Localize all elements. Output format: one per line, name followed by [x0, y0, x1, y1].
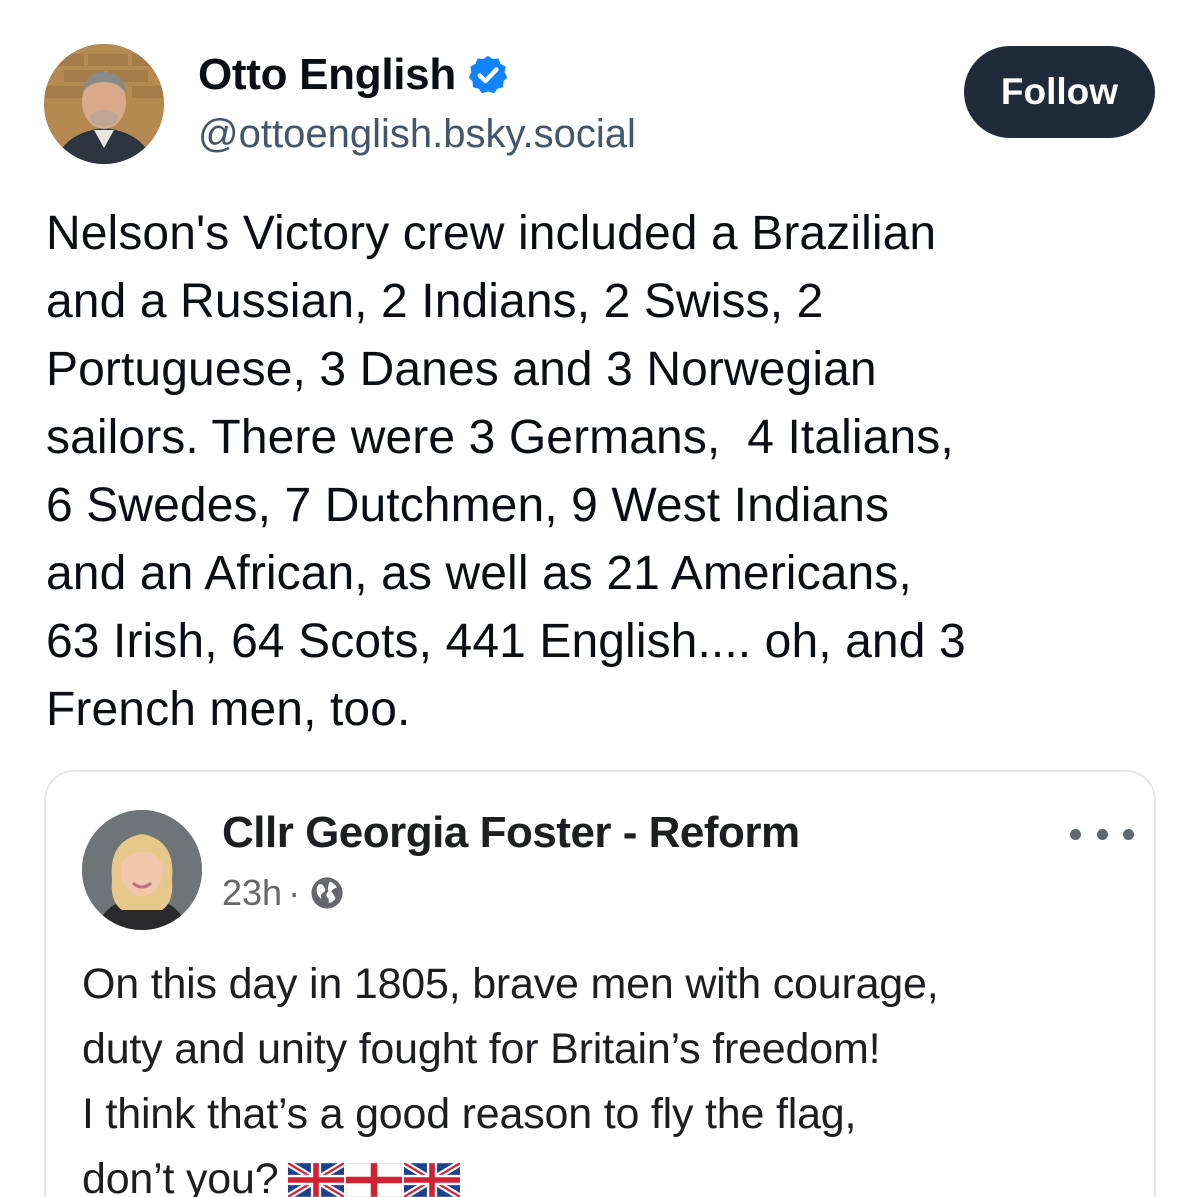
follow-button[interactable]: Follow	[964, 46, 1155, 138]
embedded-author-name: Cllr Georgia Foster - Reform	[222, 808, 800, 857]
embedded-text-line: On this day in 1805, brave men with cour…	[82, 960, 939, 1008]
author-display-name[interactable]: Otto English	[198, 50, 456, 100]
embedded-text-line-last: don’t you?	[82, 1147, 1122, 1197]
union-jack-flag-icon	[404, 1163, 461, 1197]
verified-badge-icon	[466, 53, 510, 97]
more-options-icon[interactable]	[1070, 824, 1134, 844]
embedded-post-time: 23h	[222, 872, 283, 913]
post-header: Otto English @ottoenglish.bsky.social Fo…	[0, 0, 1200, 180]
flag-emoji-group	[288, 1163, 461, 1197]
union-jack-flag-icon	[288, 1163, 345, 1197]
embedded-post-meta: 23h ·	[222, 872, 344, 914]
embedded-text-line: don’t you?	[82, 1155, 279, 1197]
author-avatar-image	[44, 44, 164, 164]
author-name-row: Otto English	[198, 50, 510, 100]
embedded-text-line: duty and unity fought for Britain’s free…	[82, 1025, 881, 1073]
embedded-avatar-image	[82, 810, 202, 930]
embedded-post-text: On this day in 1805, brave men with cour…	[82, 952, 1122, 1197]
embedded-author-avatar	[82, 810, 202, 930]
meta-separator: ·	[288, 872, 301, 913]
globe-icon	[310, 876, 344, 910]
embedded-text-line: I think that’s a good reason to fly the …	[82, 1090, 857, 1138]
post-body-text: Nelson's Victory crew included a Brazili…	[46, 207, 966, 736]
author-avatar[interactable]	[44, 44, 164, 164]
england-flag-icon	[346, 1163, 403, 1197]
author-handle[interactable]: @ottoenglish.bsky.social	[198, 112, 636, 157]
embedded-post-image[interactable]: Cllr Georgia Foster - Reform 23h · On th…	[44, 770, 1156, 1197]
